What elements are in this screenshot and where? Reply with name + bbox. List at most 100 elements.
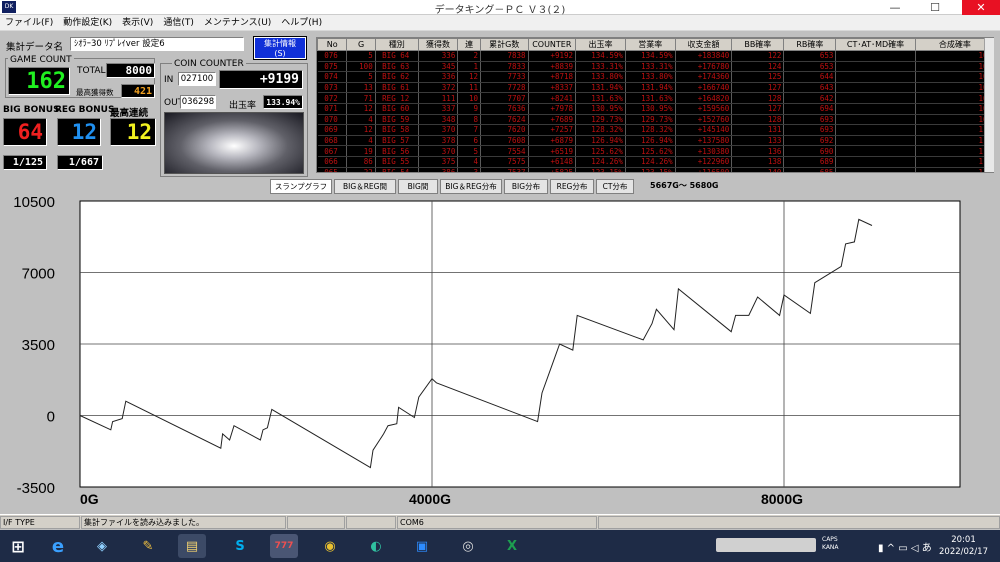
table-header-cell[interactable]: 連: [457, 38, 481, 51]
reg-bonus-display: 12: [57, 118, 101, 146]
table-cell: 125.62%: [575, 145, 626, 157]
table-row[interactable]: 075 100 BIG 63 345 1 7833 +8839 133.31% 133.31% +…: [317, 61, 993, 73]
table-cell: 7: [457, 124, 481, 136]
tally-info-button[interactable]: 集計情報 (S): [253, 36, 307, 60]
obs-icon[interactable]: ◎: [454, 534, 482, 558]
start-windows-icon[interactable]: ⊞: [4, 534, 32, 558]
table-header-cell[interactable]: 出玉率: [575, 38, 626, 51]
table-cell: 86: [346, 156, 376, 168]
table-header-cell[interactable]: G: [346, 38, 376, 51]
file-explorer-icon[interactable]: ▤: [178, 534, 206, 558]
table-row[interactable]: 073 13 BIG 61 372 11 7728 +8337 131.94% 131.94% +…: [317, 82, 993, 94]
table-row[interactable]: 069 12 BIG 58 370 7 7620 +7257 128.32% 128.32% +1…: [317, 124, 993, 136]
tab-ct-distribution[interactable]: CT分布: [596, 179, 634, 194]
menu-maintenance[interactable]: メンテナンス(U): [199, 15, 276, 31]
data-name-field[interactable]: ｼｵﾗｰ30 ﾘﾌﾟﾚｲver 設定6: [70, 37, 244, 51]
table-cell: 694: [783, 103, 837, 115]
table-cell: BIG 64: [375, 50, 419, 62]
app-icon[interactable]: ◈: [88, 534, 116, 558]
table-cell: 693: [783, 124, 837, 136]
internet-explorer-icon[interactable]: e: [44, 534, 72, 558]
tab-big-reg-interval[interactable]: BIG＆REG間: [334, 179, 396, 194]
table-header-cell[interactable]: 種別: [374, 38, 419, 51]
table-cell: BIG 60: [375, 103, 419, 115]
table-row[interactable]: 072 71 REG 12 111 10 7707 +8241 131.63% 131.63% +…: [317, 92, 993, 104]
table-cell: 131.63%: [575, 92, 626, 104]
clock-date: 2022/02/17: [939, 547, 988, 557]
table-cell: 126.94%: [625, 135, 676, 147]
table-cell: +8241: [528, 92, 577, 104]
table-cell: 127: [731, 103, 785, 115]
table-header-cell[interactable]: 合成確率: [914, 38, 993, 51]
table-header-cell[interactable]: No: [317, 38, 348, 51]
table-row[interactable]: 074 5 BIG 62 336 12 7733 +8718 133.80% 133.80% +1…: [317, 71, 993, 83]
table-cell: 653: [783, 61, 837, 73]
minimize-button[interactable]: —: [880, 0, 910, 15]
maximize-button[interactable]: ☐: [920, 0, 950, 15]
tab-big-distribution[interactable]: BIG分布: [504, 179, 548, 194]
table-cell: 113: [915, 145, 993, 157]
app-window: DK データキング－ＰＣ Ｖ３(２) — ☐ ✕ ファイル(F) 動作設定(K) 表…: [0, 0, 1000, 562]
table-cell: +174360: [675, 71, 733, 83]
menu-settings[interactable]: 動作設定(K): [58, 15, 117, 31]
table-cell: 9: [457, 103, 481, 115]
table-row[interactable]: 065 22 BIG 54 386 3 7537 +5825 123.15% 123.15% +1…: [317, 167, 993, 172]
x-tick-label: 4000G: [409, 491, 451, 507]
excel-icon[interactable]: X: [498, 534, 526, 558]
edge-icon[interactable]: ◐: [362, 534, 390, 558]
y-tick-label: 10500: [13, 196, 55, 211]
paint-icon[interactable]: ✎: [134, 534, 162, 558]
table-cell: 122: [731, 50, 785, 62]
close-button[interactable]: ✕: [962, 0, 1000, 15]
table-cell: +8718: [528, 71, 577, 83]
table-header-cell[interactable]: 営業率: [624, 38, 676, 51]
table-header-cell[interactable]: BB確率: [731, 38, 785, 51]
graph-range-label: 5667G～ 5680G: [650, 181, 719, 190]
big-bonus-display: 64: [3, 118, 47, 146]
max-streak-display: 12: [110, 118, 156, 146]
history-table[interactable]: No G 種別 獲得数連累計G数 COUNTER 出玉率 営業率 収支金額 BB確率 RB確率 CT…: [316, 37, 994, 173]
status-empty-cell: [287, 516, 345, 529]
table-cell: 075: [317, 61, 348, 73]
clock[interactable]: 20:01 2022/02/17: [939, 534, 988, 558]
skype-icon[interactable]: S: [226, 534, 254, 558]
ime-toolbar[interactable]: [716, 538, 816, 552]
table-header-cell[interactable]: 収支金額: [674, 38, 733, 51]
table-cell: 4: [457, 156, 481, 168]
table-cell: +152760: [675, 114, 733, 126]
tab-big-interval[interactable]: BIG間: [398, 179, 438, 194]
data-name-label: 集計データ名: [6, 42, 64, 53]
chrome-icon[interactable]: ◉: [316, 534, 344, 558]
zoom-icon[interactable]: ▣: [408, 534, 436, 558]
table-scrollbar[interactable]: [984, 38, 994, 172]
table-header-cell[interactable]: COUNTER: [527, 38, 577, 51]
table-row[interactable]: 067 19 BIG 56 370 5 7554 +6519 125.62% 125.62% +1…: [317, 145, 993, 157]
table-header-cell[interactable]: CT･AT･MD確率: [835, 38, 916, 51]
menu-file[interactable]: ファイル(F): [0, 15, 58, 31]
table-cell: 112: [915, 135, 993, 147]
table-header-cell[interactable]: 獲得数: [417, 38, 459, 51]
table-header-cell[interactable]: RB確率: [783, 38, 837, 51]
table-row[interactable]: 076 5 BIG 64 336 2 7838 +9192 134.59% 134.59% +18…: [317, 50, 993, 62]
table-cell: 133.80%: [575, 71, 626, 83]
dataking-app-icon[interactable]: 777: [270, 534, 298, 558]
coin-in-label: IN: [164, 75, 174, 85]
menu-help[interactable]: ヘルプ(H): [276, 15, 327, 31]
table-row[interactable]: 071 12 BIG 60 337 9 7636 +7978 130.95% 130.95% +1…: [317, 103, 993, 115]
tab-reg-distribution[interactable]: REG分布: [550, 179, 594, 194]
tab-slump-graph[interactable]: スランプグラフ: [270, 179, 332, 194]
table-row[interactable]: 070 4 BIG 59 348 8 7624 +7689 129.73% 129.73% +15…: [317, 114, 993, 126]
table-row[interactable]: 066 86 BIG 55 375 4 7575 +6148 124.26% 124.26% +1…: [317, 156, 993, 168]
x-tick-label: 0G: [80, 491, 99, 507]
table-header-cell[interactable]: 累計G数: [479, 38, 529, 51]
menu-view[interactable]: 表示(V): [117, 15, 158, 31]
tab-big-reg-distribution[interactable]: BIG＆REG分布: [440, 179, 502, 194]
table-cell: 7833: [480, 61, 529, 73]
game-count-label: GAME COUNT: [8, 55, 74, 65]
table-cell: +8337: [528, 82, 577, 94]
tray-icons[interactable]: ▮ ^ ▭ ◁ あ: [878, 539, 932, 554]
table-cell: 692: [783, 135, 837, 147]
table-row[interactable]: 068 4 BIG 57 378 6 7608 +6879 126.94% 126.94% +13…: [317, 135, 993, 147]
menu-communication[interactable]: 通信(T): [158, 15, 199, 31]
table-cell: 336: [418, 71, 459, 83]
